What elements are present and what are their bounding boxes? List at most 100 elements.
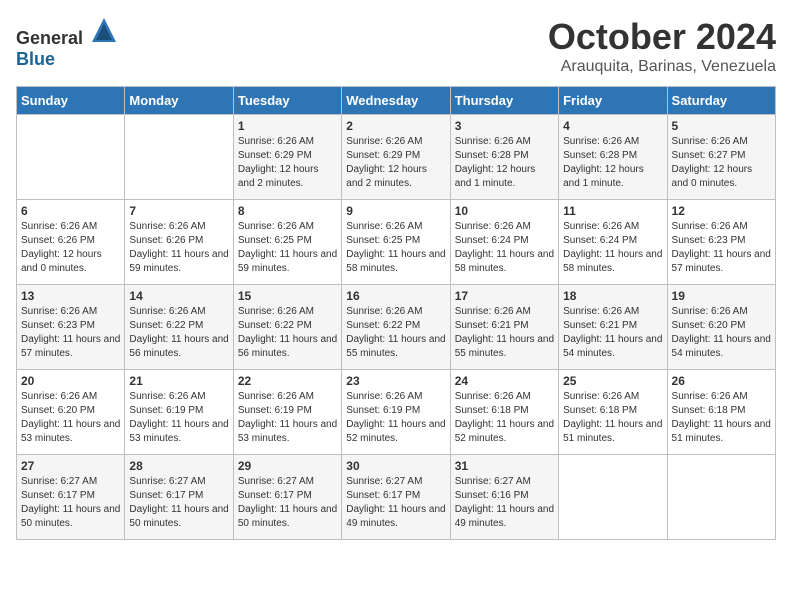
day-number: 1 xyxy=(238,119,337,133)
calendar-cell: 26 Sunrise: 6:26 AMSunset: 6:18 PMDayligh… xyxy=(667,370,775,455)
day-number: 6 xyxy=(21,204,120,218)
calendar-cell: 24 Sunrise: 6:26 AMSunset: 6:18 PMDayligh… xyxy=(450,370,558,455)
day-header-monday: Monday xyxy=(125,87,233,115)
day-info: Sunrise: 6:27 AMSunset: 6:17 PMDaylight:… xyxy=(238,475,337,531)
calendar-cell: 1 Sunrise: 6:26 AMSunset: 6:29 PMDaylight… xyxy=(233,115,341,200)
day-number: 23 xyxy=(346,374,445,388)
day-info: Sunrise: 6:26 AMSunset: 6:22 PMDaylight:… xyxy=(129,305,228,361)
day-number: 9 xyxy=(346,204,445,218)
calendar-cell xyxy=(667,455,775,540)
calendar-header-row: SundayMondayTuesdayWednesdayThursdayFrid… xyxy=(17,87,776,115)
calendar-cell: 13 Sunrise: 6:26 AMSunset: 6:23 PMDayligh… xyxy=(17,285,125,370)
day-number: 31 xyxy=(455,459,554,473)
calendar-cell: 21 Sunrise: 6:26 AMSunset: 6:19 PMDayligh… xyxy=(125,370,233,455)
day-number: 10 xyxy=(455,204,554,218)
day-number: 2 xyxy=(346,119,445,133)
day-header-sunday: Sunday xyxy=(17,87,125,115)
day-number: 29 xyxy=(238,459,337,473)
day-info: Sunrise: 6:26 AMSunset: 6:22 PMDaylight:… xyxy=(238,305,337,361)
day-number: 21 xyxy=(129,374,228,388)
day-info: Sunrise: 6:26 AMSunset: 6:23 PMDaylight:… xyxy=(21,305,120,361)
calendar-cell: 3 Sunrise: 6:26 AMSunset: 6:28 PMDaylight… xyxy=(450,115,558,200)
day-number: 20 xyxy=(21,374,120,388)
day-info: Sunrise: 6:26 AMSunset: 6:22 PMDaylight:… xyxy=(346,305,445,361)
day-header-wednesday: Wednesday xyxy=(342,87,450,115)
day-info: Sunrise: 6:26 AMSunset: 6:25 PMDaylight:… xyxy=(238,220,337,276)
calendar-cell: 14 Sunrise: 6:26 AMSunset: 6:22 PMDayligh… xyxy=(125,285,233,370)
calendar-cell: 7 Sunrise: 6:26 AMSunset: 6:26 PMDaylight… xyxy=(125,200,233,285)
day-info: Sunrise: 6:26 AMSunset: 6:26 PMDaylight:… xyxy=(129,220,228,276)
calendar-week-row: 27 Sunrise: 6:27 AMSunset: 6:17 PMDayligh… xyxy=(17,455,776,540)
day-info: Sunrise: 6:26 AMSunset: 6:29 PMDaylight:… xyxy=(238,135,337,191)
calendar-week-row: 1 Sunrise: 6:26 AMSunset: 6:29 PMDaylight… xyxy=(17,115,776,200)
day-info: Sunrise: 6:27 AMSunset: 6:17 PMDaylight:… xyxy=(21,475,120,531)
day-number: 8 xyxy=(238,204,337,218)
calendar-cell: 6 Sunrise: 6:26 AMSunset: 6:26 PMDaylight… xyxy=(17,200,125,285)
day-info: Sunrise: 6:26 AMSunset: 6:26 PMDaylight:… xyxy=(21,220,120,276)
calendar-cell: 20Sunrise: 6:26 AMSunset: 6:20 PMDayligh… xyxy=(17,370,125,455)
logo-blue: Blue xyxy=(16,49,55,69)
day-info: Sunrise: 6:26 AMSunset: 6:21 PMDaylight:… xyxy=(563,305,662,361)
day-info: Sunrise: 6:26 AMSunset: 6:19 PMDaylight:… xyxy=(129,390,228,446)
logo-icon xyxy=(90,16,118,44)
logo: General Blue xyxy=(16,16,118,70)
day-number: 15 xyxy=(238,289,337,303)
calendar-cell: 10 Sunrise: 6:26 AMSunset: 6:24 PMDayligh… xyxy=(450,200,558,285)
day-info: Sunrise: 6:27 AMSunset: 6:16 PMDaylight:… xyxy=(455,475,554,531)
calendar-cell: 4Sunrise: 6:26 AMSunset: 6:28 PMDaylight… xyxy=(559,115,667,200)
day-number: 28 xyxy=(129,459,228,473)
day-info: Sunrise: 6:26 AMSunset: 6:28 PMDaylight:… xyxy=(455,135,554,191)
calendar-cell xyxy=(125,115,233,200)
day-number: 18 xyxy=(563,289,662,303)
day-number: 13 xyxy=(21,289,120,303)
day-info: Sunrise: 6:26 AMSunset: 6:18 PMDaylight:… xyxy=(455,390,554,446)
day-info: Sunrise: 6:26 AMSunset: 6:20 PMDaylight:… xyxy=(672,305,771,361)
day-info: Sunrise: 6:26 AMSunset: 6:18 PMDaylight:… xyxy=(563,390,662,446)
day-number: 26 xyxy=(672,374,771,388)
day-number: 27 xyxy=(21,459,120,473)
calendar-cell: 18 Sunrise: 6:26 AMSunset: 6:21 PMDayligh… xyxy=(559,285,667,370)
day-info: Sunrise: 6:26 AMSunset: 6:24 PMDaylight:… xyxy=(455,220,554,276)
day-number: 24 xyxy=(455,374,554,388)
calendar-cell: 28 Sunrise: 6:27 AMSunset: 6:17 PMDayligh… xyxy=(125,455,233,540)
calendar-cell xyxy=(559,455,667,540)
day-info: Sunrise: 6:26 AMSunset: 6:18 PMDaylight:… xyxy=(672,390,771,446)
calendar-cell: 22Sunrise: 6:26 AMSunset: 6:19 PMDayligh… xyxy=(233,370,341,455)
logo-text: General Blue xyxy=(16,16,118,70)
day-info: Sunrise: 6:26 AMSunset: 6:23 PMDaylight:… xyxy=(672,220,771,276)
day-number: 5 xyxy=(672,119,771,133)
day-header-thursday: Thursday xyxy=(450,87,558,115)
day-info: Sunrise: 6:26 AMSunset: 6:27 PMDaylight:… xyxy=(672,135,771,191)
day-info: Sunrise: 6:26 AMSunset: 6:29 PMDaylight:… xyxy=(346,135,445,191)
calendar-cell: 23 Sunrise: 6:26 AMSunset: 6:19 PMDayligh… xyxy=(342,370,450,455)
calendar-cell: 30Sunrise: 6:27 AMSunset: 6:17 PMDayligh… xyxy=(342,455,450,540)
day-header-saturday: Saturday xyxy=(667,87,775,115)
day-number: 14 xyxy=(129,289,228,303)
calendar-cell: 19Sunrise: 6:26 AMSunset: 6:20 PMDayligh… xyxy=(667,285,775,370)
title-block: October 2024 Arauquita, Barinas, Venezue… xyxy=(548,16,776,76)
calendar-cell: 5 Sunrise: 6:26 AMSunset: 6:27 PMDaylight… xyxy=(667,115,775,200)
calendar-cell: 9Sunrise: 6:26 AMSunset: 6:25 PMDaylight… xyxy=(342,200,450,285)
day-number: 17 xyxy=(455,289,554,303)
month-title: October 2024 xyxy=(548,16,776,58)
day-number: 12 xyxy=(672,204,771,218)
calendar-cell: 8 Sunrise: 6:26 AMSunset: 6:25 PMDaylight… xyxy=(233,200,341,285)
calendar-week-row: 20Sunrise: 6:26 AMSunset: 6:20 PMDayligh… xyxy=(17,370,776,455)
day-number: 3 xyxy=(455,119,554,133)
day-info: Sunrise: 6:26 AMSunset: 6:19 PMDaylight:… xyxy=(346,390,445,446)
day-number: 4 xyxy=(563,119,662,133)
calendar-cell: 15 Sunrise: 6:26 AMSunset: 6:22 PMDayligh… xyxy=(233,285,341,370)
day-info: Sunrise: 6:26 AMSunset: 6:21 PMDaylight:… xyxy=(455,305,554,361)
day-info: Sunrise: 6:26 AMSunset: 6:24 PMDaylight:… xyxy=(563,220,662,276)
location-subtitle: Arauquita, Barinas, Venezuela xyxy=(548,58,776,76)
logo-general: General xyxy=(16,28,83,48)
calendar-cell: 25Sunrise: 6:26 AMSunset: 6:18 PMDayligh… xyxy=(559,370,667,455)
day-number: 22 xyxy=(238,374,337,388)
calendar-cell: 11 Sunrise: 6:26 AMSunset: 6:24 PMDayligh… xyxy=(559,200,667,285)
calendar-cell xyxy=(17,115,125,200)
calendar-cell: 16Sunrise: 6:26 AMSunset: 6:22 PMDayligh… xyxy=(342,285,450,370)
calendar-cell: 12 Sunrise: 6:26 AMSunset: 6:23 PMDayligh… xyxy=(667,200,775,285)
day-number: 11 xyxy=(563,204,662,218)
day-number: 7 xyxy=(129,204,228,218)
day-info: Sunrise: 6:27 AMSunset: 6:17 PMDaylight:… xyxy=(129,475,228,531)
